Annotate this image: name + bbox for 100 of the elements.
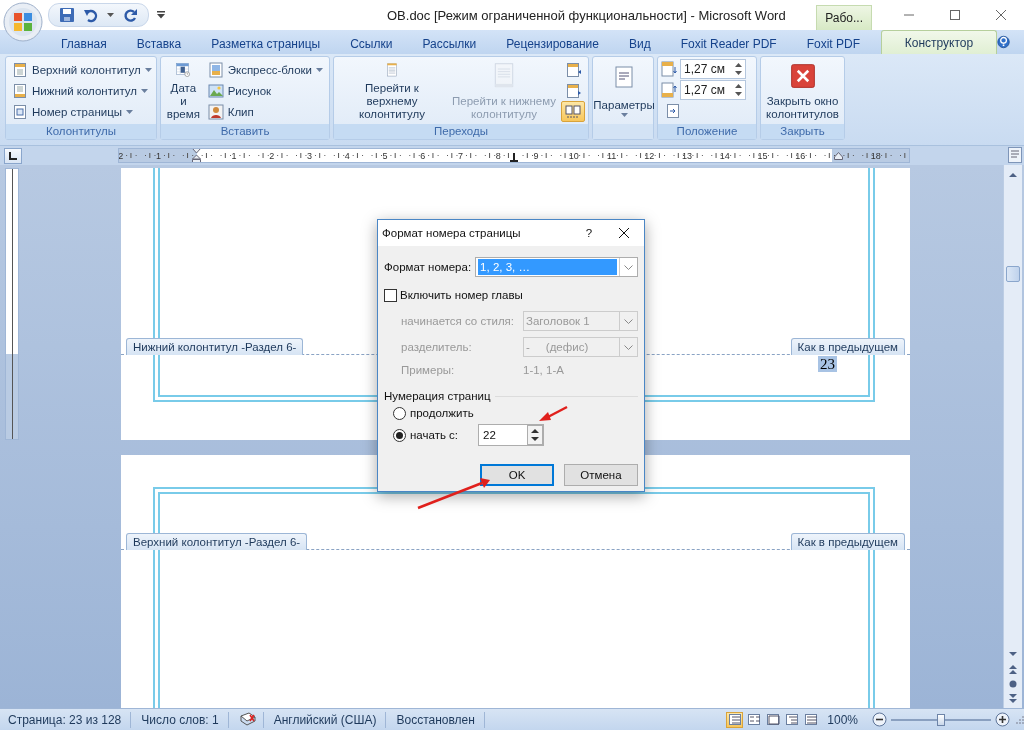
link-to-previous-icon (565, 103, 581, 120)
ruler-number: 12 (643, 150, 656, 161)
picture-icon (207, 82, 224, 99)
view-button[interactable] (764, 711, 782, 728)
dropdown-arrow-icon[interactable] (107, 13, 114, 17)
ruler-number: 15 (756, 150, 769, 161)
annotation-arrow (539, 405, 568, 421)
dialog-button[interactable]: OK (480, 464, 554, 486)
ribbon-tab[interactable]: Ссылки (335, 32, 408, 54)
customize-toolbar-icon[interactable] (157, 11, 165, 19)
ribbon-tab[interactable]: Рассылки (407, 32, 492, 54)
help-button[interactable]: ? (574, 227, 604, 239)
field-label: разделитель: (401, 341, 473, 353)
ribbon-button[interactable]: Перейти к верхнему колонтитулу (337, 59, 447, 122)
ruler-number: 5 (381, 150, 389, 161)
word-count[interactable]: Число слов: 1 (139, 711, 229, 728)
ribbon-tab[interactable]: Конструктор (881, 30, 997, 54)
scroll-thumb[interactable] (1006, 266, 1020, 282)
checkbox-label[interactable]: Включить номер главы (400, 289, 523, 301)
zoom-out-icon[interactable] (872, 712, 887, 727)
close-icon[interactable] (618, 227, 630, 239)
view-ruler-icon[interactable] (1008, 147, 1022, 163)
radio-button[interactable]: начать с: (393, 428, 459, 442)
ribbon-button[interactable]: Дата и время (164, 59, 203, 122)
header-icon (12, 61, 28, 78)
spin-field[interactable]: 1,27 см (680, 80, 746, 101)
language-indicator[interactable]: Английский (США) (271, 711, 387, 728)
save-icon[interactable] (59, 7, 75, 23)
ribbon-tab[interactable]: Foxit PDF (791, 32, 876, 54)
window-title: OB.doc [Режим ограниченной функциональности] - Microsoft Word (386, 7, 787, 23)
ribbon-button[interactable]: Клип (204, 101, 326, 122)
ribbon-button[interactable]: Параметры (596, 59, 652, 122)
view-button[interactable] (802, 711, 820, 728)
ribbon-tab[interactable]: Вставка (121, 32, 197, 54)
ribbon-button[interactable]: Экспресс-блоки (204, 59, 326, 80)
zoom-slider-thumb[interactable] (937, 713, 945, 726)
checkbox[interactable] (384, 288, 397, 302)
help-icon[interactable] (996, 34, 1010, 50)
ribbon-button[interactable]: Верхний колонтитул (9, 59, 155, 80)
ruler-number: 2 (119, 150, 125, 161)
outline-icon (784, 713, 799, 726)
quick-parts-icon (207, 61, 224, 78)
ribbon-tab[interactable]: Foxit Reader PDF (665, 32, 792, 54)
ribbon-tab[interactable]: Рецензирование (491, 32, 614, 54)
ruler-number: 3 (306, 150, 314, 161)
ruler-number: 16 (794, 150, 807, 161)
ruler-number: 4 (343, 150, 351, 161)
ruler-number: 13 (681, 150, 694, 161)
undo-icon[interactable] (83, 7, 99, 23)
indent-marker-icon[interactable] (191, 149, 201, 162)
ruler-number: 9 (532, 150, 540, 161)
ruler-number: 18 (869, 150, 882, 161)
group-label: Колонтитулы (6, 124, 156, 139)
ruler-number: 2 (268, 150, 276, 161)
previous-section-icon (565, 61, 581, 78)
example-text: 1-1, 1-A (523, 364, 564, 376)
ruler-number: 14 (718, 150, 731, 161)
field-label: Формат номера: (384, 261, 472, 273)
document-status: Восстановлен (394, 711, 485, 728)
group-label-bar (593, 124, 653, 139)
view-button[interactable] (745, 711, 763, 728)
field-label: начинается со стиля: (401, 315, 516, 327)
field-label: Примеры: (401, 364, 456, 376)
ribbon-button[interactable]: Закрыть окно колонтитулов (764, 59, 841, 122)
right-indent-marker-icon[interactable] (833, 151, 843, 160)
view-button[interactable] (783, 711, 801, 728)
ruler-number: 7 (457, 150, 465, 161)
icon-button[interactable] (561, 101, 585, 122)
ruler-number: 11 (605, 150, 618, 161)
redo-icon[interactable] (122, 7, 138, 23)
group-label: Переходы (334, 124, 588, 139)
number-field[interactable]: 22 (478, 424, 545, 446)
zoom-level[interactable]: 100% (827, 712, 858, 727)
group-label: Закрыть (761, 124, 844, 139)
page-count[interactable]: Страница: 23 из 128 (6, 711, 132, 728)
ribbon-button[interactable]: Нижний колонтитул (9, 80, 155, 101)
ribbon-tab[interactable]: Главная (46, 32, 122, 54)
ruler-number: 8 (494, 150, 502, 161)
header-position-icon (661, 61, 677, 78)
reading-layout-icon (746, 713, 761, 726)
spin-arrows-icon (735, 63, 742, 76)
radio-button[interactable]: продолжить (393, 406, 474, 420)
next-section-icon (565, 82, 581, 99)
spin-field[interactable]: 1,27 см (680, 59, 746, 80)
view-button[interactable] (726, 711, 744, 728)
ribbon-tab[interactable]: Вид (613, 32, 666, 54)
ribbon-button[interactable]: Рисунок (204, 80, 326, 101)
group-title: Нумерация страниц (384, 390, 491, 402)
ribbon-tab[interactable]: Разметка страницы (196, 32, 336, 54)
zoom-in-icon[interactable] (995, 712, 1010, 727)
tab-stop-icon[interactable] (510, 153, 518, 162)
maximize-icon[interactable] (949, 9, 961, 21)
tab-selector-button[interactable] (4, 147, 22, 164)
dialog-button[interactable]: Отмена (564, 464, 638, 486)
proofing-icon[interactable] (238, 711, 257, 726)
dropdown-arrow-icon (144, 67, 152, 72)
ruler-number: 6 (419, 150, 427, 161)
ribbon-button[interactable]: Номер страницы (9, 101, 155, 122)
insert-tab-icon (665, 103, 681, 120)
resize-grip-icon (1016, 715, 1024, 724)
